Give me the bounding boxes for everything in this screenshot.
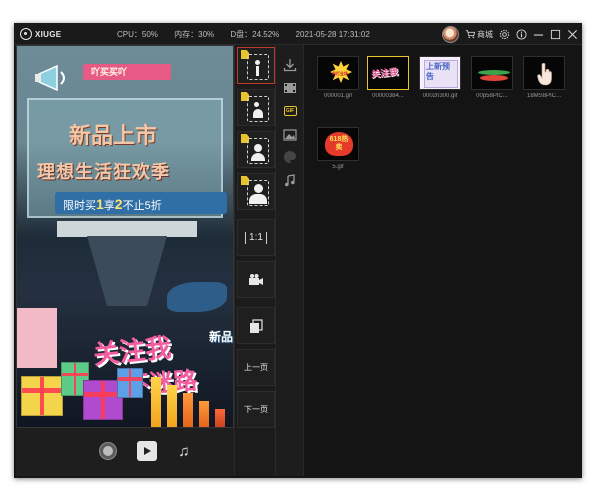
info-icon[interactable] [516, 28, 527, 40]
camera-button[interactable] [237, 261, 275, 298]
tool-column: 1:1 上一页 下一页 [234, 45, 276, 476]
close-icon[interactable] [567, 29, 578, 40]
subheadline: 理想生活狂欢季 [37, 162, 170, 183]
megaphone-icon [35, 64, 65, 92]
category-image[interactable] [282, 127, 298, 143]
person-icon [254, 102, 259, 107]
prev-page-label: 上一页 [244, 363, 268, 372]
shop-label: 商城 [477, 29, 493, 39]
gif-thumbnail[interactable] [471, 56, 513, 90]
download-icon [283, 59, 297, 72]
promo-text: 限时买1享2不止5折 [63, 196, 162, 213]
side-text: 新品 [209, 330, 234, 344]
prev-page-button[interactable]: 上一页 [237, 349, 275, 386]
gif-filename: 00000384... [372, 93, 404, 99]
category-music[interactable] [282, 173, 298, 189]
film-icon [284, 83, 296, 93]
music-button[interactable]: ♫ [174, 441, 194, 461]
stage-ramp [87, 236, 167, 306]
music-note-icon: ♫ [178, 442, 190, 460]
gif-thumbnail[interactable]: 618热卖 [317, 127, 359, 161]
bar-decoration [147, 366, 231, 427]
maximize-icon[interactable] [550, 29, 561, 40]
layout-person-medium-button[interactable] [237, 131, 275, 168]
gif-filename: 18MS8PIC... [526, 93, 561, 99]
thumb-caption: 上新预告 [426, 62, 450, 81]
gif-filename: 5.gif [332, 164, 344, 170]
gift-box [117, 368, 143, 398]
titlebar-controls: 商城 [442, 25, 578, 43]
gif-thumbnail-selected[interactable]: 关注我 [367, 56, 409, 90]
material-category-bar: GIF [276, 45, 304, 476]
next-page-button[interactable]: 下一页 [237, 391, 275, 428]
music-icon [285, 174, 295, 187]
layout-person-large-button[interactable] [237, 173, 275, 210]
material-panel: GIF 吊打全场 000001.gif 关注我 00000384... 上新预告… [276, 45, 582, 476]
datetime: 2021-05-28 17:31:02 [295, 30, 370, 39]
layout-person-small-button[interactable] [237, 89, 275, 126]
whale-decoration [167, 282, 227, 312]
promo-n2: 2 [114, 196, 123, 212]
memory-usage: 内存：30% [174, 30, 215, 39]
category-download[interactable] [282, 57, 298, 73]
category-gif[interactable]: GIF [282, 103, 298, 119]
live-preview[interactable]: 吖买买吖 新品上市 理想生活狂欢季 限时买1享2不止5折 关注我 不迷路 新品 [16, 45, 234, 428]
shop-button[interactable]: 商城 [465, 29, 493, 40]
ratio-label: 1:1 [245, 231, 267, 244]
app-name: XIUGE [35, 29, 62, 39]
dish-decoration [480, 75, 508, 81]
category-video[interactable] [282, 80, 298, 96]
logo-icon [20, 28, 32, 40]
cart-icon [465, 30, 475, 39]
promo-prefix: 限时买 [63, 200, 96, 212]
gif-thumbnail[interactable] [523, 56, 565, 90]
promo-n1: 1 [96, 196, 104, 212]
play-button[interactable] [137, 441, 157, 461]
record-icon [100, 443, 116, 459]
gif-filename: 0002h300.gif [422, 93, 458, 99]
ratio-button[interactable]: 1:1 [237, 219, 275, 256]
promo-suffix: 不止5折 [122, 200, 162, 212]
promo-mid: 享 [103, 200, 115, 212]
disk-usage: D盘：24.52% [230, 30, 280, 39]
playback-controls: ♫ [16, 428, 234, 476]
gif-filename: 000001.gif [323, 93, 353, 99]
sticker-icon [284, 151, 296, 163]
person-icon [254, 144, 262, 152]
app-logo: XIUGE [20, 27, 61, 41]
person-icon [255, 60, 260, 65]
preview-tag-text: 吖买买吖 [91, 67, 128, 77]
cpu-usage: CPU：50% [117, 30, 158, 39]
system-stats: CPU：50% 内存：30% D盘：24.52% 2021-05-28 17:3… [117, 29, 384, 40]
stage-curtain [57, 221, 197, 237]
pink-building [17, 308, 57, 368]
gift-box [21, 376, 63, 416]
image-icon [283, 129, 297, 141]
headline: 新品上市 [69, 123, 158, 149]
record-button[interactable] [98, 441, 118, 461]
person-icon [254, 184, 263, 193]
play-icon [144, 447, 151, 455]
app-window: XIUGE CPU：50% 内存：30% D盘：24.52% 2021-05-2… [14, 23, 582, 478]
video-camera-icon [249, 273, 263, 285]
copy-button[interactable] [237, 307, 275, 344]
title-bar: XIUGE CPU：50% 内存：30% D盘：24.52% 2021-05-2… [14, 23, 582, 45]
gif-thumbnail[interactable]: 吊打全场 [317, 56, 359, 90]
gif-thumbnail[interactable]: 上新预告 [419, 56, 461, 90]
layout-single-small-button[interactable] [237, 47, 275, 84]
gif-icon: GIF [283, 106, 297, 116]
next-page-label: 下一页 [244, 405, 268, 414]
thumb-caption: 吊打全场 [332, 71, 348, 76]
gif-filename: 00p58PIC... [476, 93, 508, 99]
thumb-caption: 618热卖 [329, 136, 349, 151]
thumb-caption: 关注我 [370, 67, 399, 81]
pointing-hand-icon [537, 62, 552, 86]
minimize-icon[interactable] [533, 29, 544, 40]
category-sticker[interactable] [282, 149, 298, 165]
user-avatar[interactable] [442, 25, 459, 43]
copy-icon [250, 318, 263, 333]
settings-icon[interactable] [499, 29, 510, 40]
